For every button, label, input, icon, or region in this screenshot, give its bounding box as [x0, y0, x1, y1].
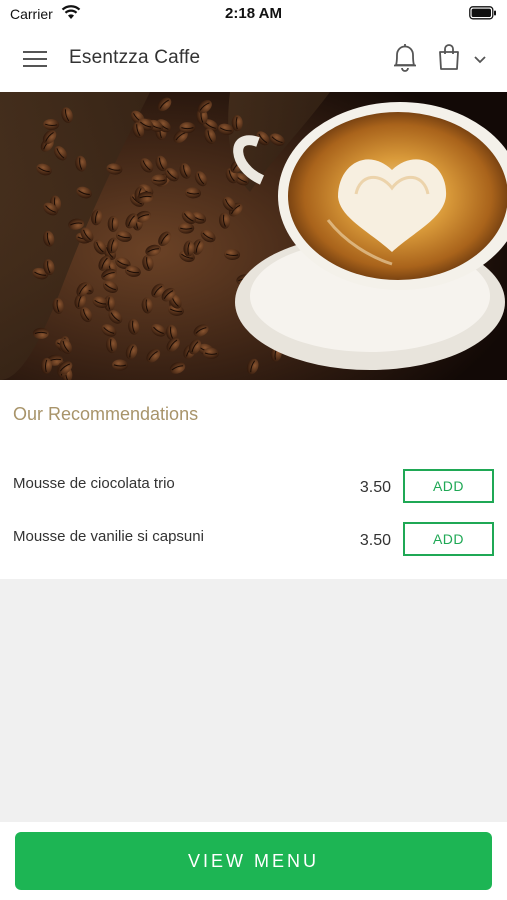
item-name: Mousse de vanilie si capsuni: [13, 528, 204, 545]
item-name: Mousse de ciocolata trio: [13, 475, 175, 492]
recommendation-item: Mousse de vanilie si capsuni 3.50 ADD: [0, 522, 507, 558]
bell-icon[interactable]: [391, 42, 419, 74]
add-button[interactable]: ADD: [403, 522, 494, 556]
battery-icon: [469, 6, 497, 25]
status-bar: Carrier 2:18 AM: [0, 0, 507, 26]
view-menu-button[interactable]: VIEW MENU: [15, 832, 492, 890]
hamburger-menu-icon[interactable]: [22, 46, 48, 72]
app-title: Esentzza Caffe: [69, 47, 201, 68]
item-price: 3.50: [359, 479, 391, 496]
coffee-cup-latte-art-with-coffee-beans-image: [0, 92, 507, 380]
bottom-bar: VIEW MENU: [0, 822, 507, 900]
shopping-bag-icon[interactable]: [437, 43, 461, 71]
item-price: 3.50: [359, 532, 391, 549]
app-header: Esentzza Caffe: [0, 26, 507, 92]
status-time: 2:18 AM: [225, 5, 282, 22]
recommendations-section: Our Recommendations Mousse de ciocolata …: [0, 380, 507, 579]
recommendation-item: Mousse de ciocolata trio 3.50 ADD: [0, 469, 507, 505]
hero-image: [0, 92, 507, 380]
chevron-down-icon[interactable]: [472, 53, 488, 67]
add-button[interactable]: ADD: [403, 469, 494, 503]
recommendations-title: Our Recommendations: [13, 404, 199, 424]
